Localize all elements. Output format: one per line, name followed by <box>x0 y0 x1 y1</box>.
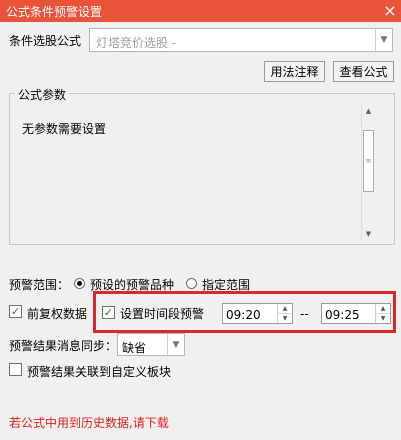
close-icon[interactable]: × <box>379 0 401 22</box>
sync-select-value: 缺省 <box>122 341 147 355</box>
formula-select-value: 灯塔竞价选股 - <box>96 36 177 50</box>
range-custom-radio[interactable] <box>186 278 197 289</box>
range-preset-radio[interactable] <box>74 278 85 289</box>
scroll-down-icon[interactable]: ▼ <box>362 227 375 241</box>
formula-label: 条件选股公式 <box>9 34 82 48</box>
spin-up-icon[interactable]: ▲ <box>376 304 390 314</box>
spin-up-icon[interactable]: ▲ <box>278 304 292 314</box>
adjust-data-checkbox[interactable]: ✓ <box>9 305 22 318</box>
end-time-value: 09:25 <box>325 308 360 322</box>
formula-select[interactable]: 灯塔竞价选股 - ▼ <box>89 28 393 52</box>
adjust-data-label[interactable]: 前复权数据 <box>27 305 87 322</box>
link-board-checkbox[interactable] <box>9 363 22 376</box>
view-formula-button[interactable]: 查看公式 <box>333 61 394 82</box>
alert-settings-window: 公式条件预警设置 × 条件选股公式 灯塔竞价选股 - ▼ 用法注释 查看公式 公… <box>0 0 401 440</box>
usage-notes-button[interactable]: 用法注释 <box>264 61 325 82</box>
end-time-input[interactable]: 09:25 ▲ ▼ <box>321 303 391 324</box>
title-bar: 公式条件预警设置 × <box>0 0 401 22</box>
end-time-spinner[interactable]: ▲ ▼ <box>375 304 390 323</box>
params-scrollbar[interactable]: ▲ ≡ ▼ <box>361 104 375 241</box>
history-data-warning: 若公式中用到历史数据,请下载 <box>9 416 169 430</box>
sync-label: 预警结果消息同步： <box>9 339 118 353</box>
chevron-down-icon[interactable]: ▼ <box>167 334 184 355</box>
time-warning-label[interactable]: 设置时间段预警 <box>120 305 204 322</box>
formula-params-title: 公式参数 <box>15 86 70 103</box>
time-separator: -- <box>300 307 309 321</box>
alert-range-label: 预警范围： <box>9 278 70 292</box>
scroll-thumb[interactable]: ≡ <box>363 130 374 192</box>
start-time-input[interactable]: 09:20 ▲ ▼ <box>222 303 293 324</box>
window-title: 公式条件预警设置 <box>6 5 103 19</box>
link-board-label[interactable]: 预警结果关联到自定义板块 <box>27 363 171 380</box>
spin-down-icon[interactable]: ▼ <box>278 314 292 324</box>
params-area: 无参数需要设置 <box>13 104 377 241</box>
spin-down-icon[interactable]: ▼ <box>376 314 390 324</box>
start-time-spinner[interactable]: ▲ ▼ <box>277 304 292 323</box>
start-time-value: 09:20 <box>226 308 261 322</box>
chevron-down-icon[interactable]: ▼ <box>375 29 392 51</box>
scroll-up-icon[interactable]: ▲ <box>362 104 375 118</box>
no-params-text: 无参数需要设置 <box>22 122 107 136</box>
sync-select[interactable]: 缺省 ▼ <box>117 333 185 356</box>
time-warning-checkbox[interactable]: ✓ <box>102 306 115 319</box>
